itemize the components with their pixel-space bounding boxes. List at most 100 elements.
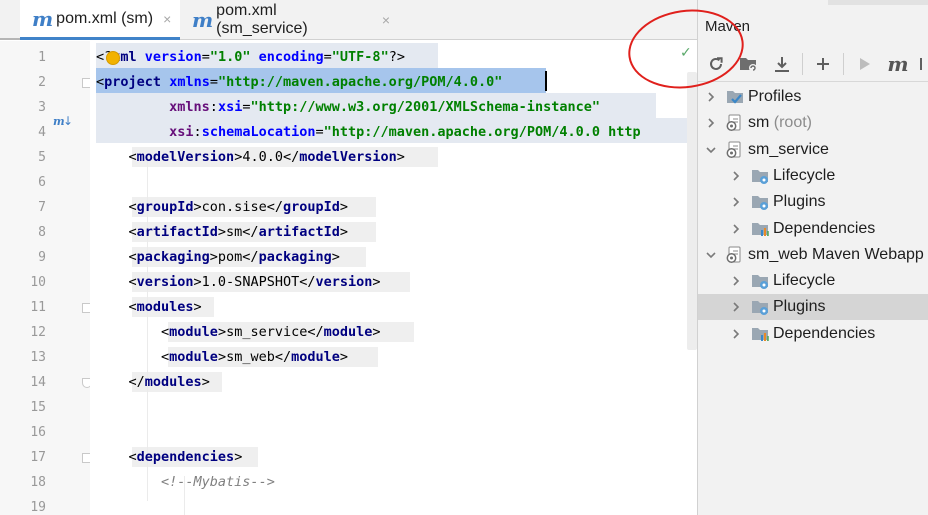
- folder-add-icon[interactable]: [736, 51, 762, 77]
- dependencies-folder-icon: [751, 220, 769, 238]
- maven-m-icon: m: [192, 8, 214, 32]
- maven-goal-icon[interactable]: m: [885, 51, 911, 77]
- code-line[interactable]: <?xml version="1.0" encoding="UTF-8"?>: [96, 45, 405, 70]
- tree-item-lifecycle[interactable]: Lifecycle: [698, 163, 928, 189]
- code-line[interactable]: <modelVersion>4.0.0</modelVersion>: [96, 145, 405, 170]
- code-editor[interactable]: <?xml version="1.0" encoding="UTF-8"?> <p…: [90, 41, 697, 515]
- line-number: 16: [30, 425, 46, 440]
- chevron-right-icon[interactable]: [729, 169, 743, 183]
- tree-item-label: Lifecycle: [773, 167, 835, 185]
- maven-module-icon: [726, 246, 744, 264]
- chevron-down-icon[interactable]: [704, 248, 718, 262]
- line-number: 10: [30, 275, 46, 290]
- code-line[interactable]: <groupId>con.sise</groupId>: [96, 195, 349, 220]
- line-number: 14: [30, 375, 46, 390]
- tab-pom-sm-service[interactable]: m pom.xml (sm_service) ×: [180, 0, 390, 40]
- code-line[interactable]: <version>1.0-SNAPSHOT</version>: [96, 270, 381, 295]
- panel-title: Maven: [705, 18, 751, 35]
- line-number: 15: [30, 400, 46, 415]
- lightbulb-icon[interactable]: [107, 52, 119, 64]
- tree-item-text: Lifecycle: [773, 166, 836, 184]
- line-number: 8: [38, 225, 46, 240]
- tree-item-sm-web-maven-webapp[interactable]: sm_web Maven Webapp: [698, 242, 928, 268]
- tree-item-plugins[interactable]: Plugins: [698, 294, 928, 321]
- code-line[interactable]: <project xmlns="http://maven.apache.org/…: [96, 70, 502, 95]
- line-number: 4: [38, 125, 46, 140]
- chevron-right-icon[interactable]: [729, 274, 743, 288]
- maven-tool-window: Maven m Profiles sm (root) sm_service Lifec…: [697, 0, 928, 515]
- more-icon[interactable]: [911, 51, 928, 77]
- line-number: 19: [30, 500, 46, 515]
- tree-item-suffix: (root): [769, 114, 812, 132]
- plugins-folder-icon: [751, 298, 769, 316]
- dependencies-folder-icon: [751, 325, 769, 343]
- code-line[interactable]: <artifactId>sm</artifactId>: [96, 220, 348, 245]
- code-line[interactable]: <!--Mybatis-->: [96, 470, 275, 495]
- arrow-down-icon: ↓: [63, 114, 74, 128]
- code-line[interactable]: <packaging>pom</packaging>: [96, 245, 340, 270]
- chevron-right-icon[interactable]: [729, 222, 743, 236]
- code-line[interactable]: <module>sm_service</module>: [96, 320, 381, 345]
- code-line[interactable]: xsi:schemaLocation="http://maven.apache.…: [96, 120, 640, 145]
- vertical-scrollbar[interactable]: [687, 72, 697, 350]
- tree-item-label: Plugins: [773, 193, 825, 211]
- download-icon[interactable]: [769, 51, 795, 77]
- tree-item-sm-service[interactable]: sm_service: [698, 137, 928, 163]
- tab-pom-sm[interactable]: m pom.xml (sm) ×: [20, 0, 180, 40]
- reload-icon[interactable]: [703, 51, 729, 77]
- tab-label: pom.xml (sm_service): [216, 2, 308, 37]
- lifecycle-folder-icon: [751, 272, 769, 290]
- tree-item-text: sm_web Maven Webapp: [748, 245, 924, 263]
- tree-item-text: Lifecycle: [773, 272, 836, 290]
- code-line[interactable]: <modules>: [96, 295, 202, 320]
- line-number: 17: [30, 450, 46, 465]
- tree-item-label: Plugins: [773, 298, 825, 316]
- tree-item-label: Lifecycle: [773, 272, 835, 290]
- tree-item-label: Dependencies: [773, 220, 875, 238]
- tree-item-label: Dependencies: [773, 325, 875, 343]
- editor-tab-bar: m pom.xml (sm) × m pom.xml (sm_service) …: [0, 0, 697, 40]
- lifecycle-folder-icon: [751, 167, 769, 185]
- code-line[interactable]: <dependencies>: [96, 445, 243, 470]
- tree-item-label: sm_web Maven Webapp: [748, 246, 924, 264]
- tree-item-sm[interactable]: sm (root): [698, 110, 928, 136]
- line-number: 1: [38, 50, 46, 65]
- tree-item-lifecycle[interactable]: Lifecycle: [698, 268, 928, 294]
- chevron-right-icon[interactable]: [704, 116, 718, 130]
- chevron-right-icon[interactable]: [729, 195, 743, 209]
- text-caret: [545, 71, 547, 91]
- maven-m-icon: m: [32, 6, 54, 31]
- code-line[interactable]: <module>sm_web</module>: [96, 345, 348, 370]
- maven-module-icon: [726, 141, 744, 159]
- tab-scroll-indicator: [0, 38, 20, 40]
- window-strip: [828, 0, 928, 5]
- tree-item-text: Dependencies: [773, 219, 876, 237]
- tree-item-dependencies[interactable]: Dependencies: [698, 216, 928, 242]
- tree-item-label: Profiles: [748, 88, 801, 106]
- toolbar-separator: [843, 53, 844, 75]
- line-number: 12: [30, 325, 46, 340]
- plus-icon[interactable]: [810, 51, 836, 77]
- line-number: 18: [30, 475, 46, 490]
- tab-label: pom.xml (sm): [56, 9, 154, 27]
- plugins-folder-icon: [751, 193, 769, 211]
- line-number: 13: [30, 350, 46, 365]
- tree-item-plugins[interactable]: Plugins: [698, 189, 928, 215]
- chevron-right-icon[interactable]: [704, 90, 718, 104]
- line-number: 2: [38, 75, 46, 90]
- line-number: 9: [38, 250, 46, 265]
- code-line[interactable]: </modules>: [96, 370, 210, 395]
- close-icon[interactable]: ×: [163, 11, 171, 27]
- tree-item-text: Plugins: [773, 193, 826, 211]
- chevron-right-icon[interactable]: [729, 327, 743, 341]
- code-line[interactable]: xmlns:xsi="http://www.w3.org/2001/XMLSch…: [96, 95, 600, 120]
- tree-item-text: sm: [748, 114, 770, 132]
- line-number: 3: [38, 100, 46, 115]
- inspection-ok-icon[interactable]: ✓: [680, 45, 692, 61]
- chevron-down-icon[interactable]: [704, 143, 718, 157]
- chevron-right-icon[interactable]: [729, 300, 743, 314]
- close-icon[interactable]: ×: [382, 12, 390, 28]
- tree-item-profiles[interactable]: Profiles: [698, 84, 928, 110]
- tree-item-dependencies[interactable]: Dependencies: [698, 321, 928, 347]
- run-icon[interactable]: [852, 51, 878, 77]
